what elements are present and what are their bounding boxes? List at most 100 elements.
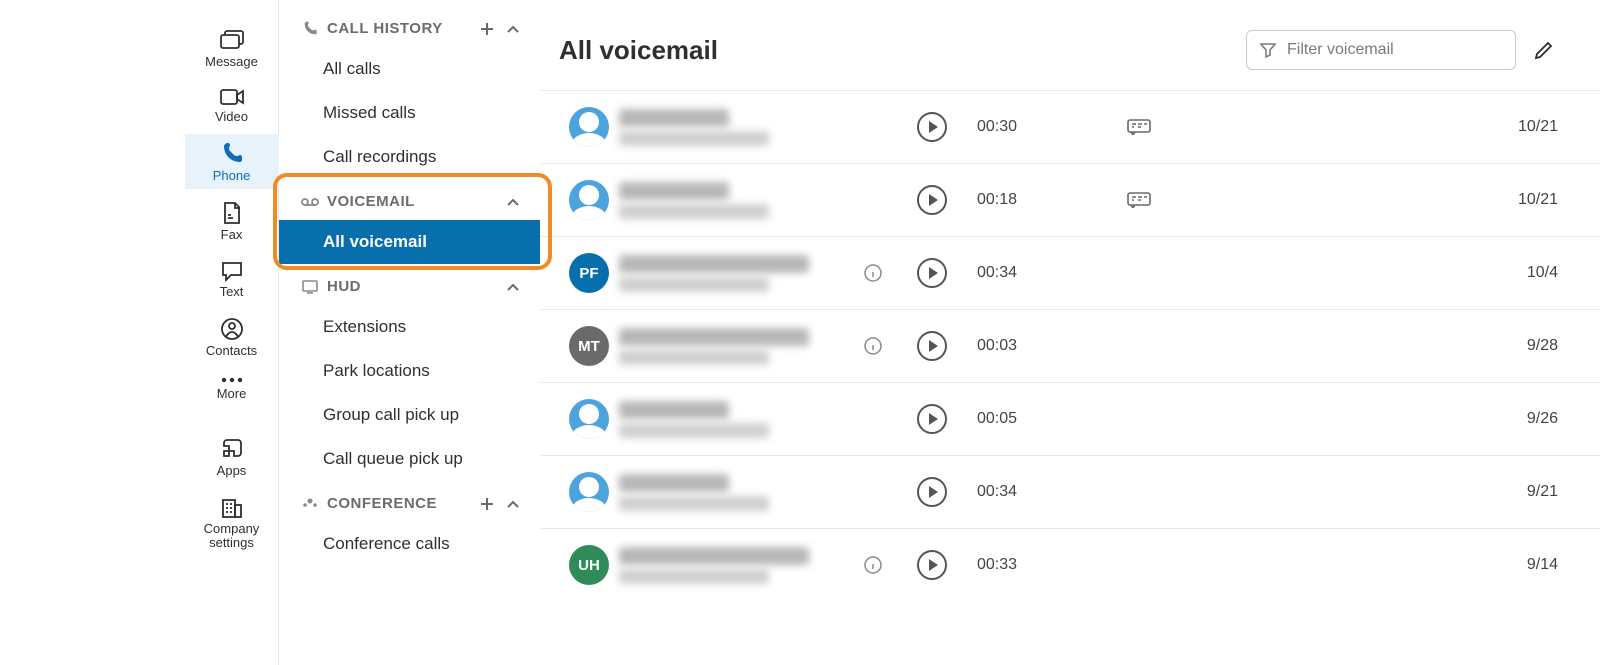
voicemail-row[interactable]: 00:34 9/21	[541, 455, 1600, 528]
play-button[interactable]	[917, 477, 947, 507]
section-title: CALL HISTORY	[327, 20, 443, 37]
nav-label: Apps	[217, 463, 247, 478]
voicemail-row[interactable]: UH00:339/14	[541, 528, 1600, 601]
subnav-item-group-call-pickup[interactable]: Group call pick up	[279, 393, 540, 437]
nav-contacts[interactable]: Contacts	[185, 309, 279, 364]
nav-fax[interactable]: Fax	[185, 193, 279, 248]
phone-icon	[301, 21, 319, 37]
avatar	[569, 399, 609, 439]
info-icon-slot[interactable]	[859, 556, 887, 574]
chevron-up-icon[interactable]	[504, 24, 522, 34]
transcript-icon-slot[interactable]	[1077, 192, 1257, 208]
nav-label: Contacts	[206, 343, 257, 358]
filter-voicemail-input[interactable]	[1287, 41, 1503, 59]
date: 9/26	[1267, 410, 1558, 428]
info-icon-slot[interactable]	[859, 264, 887, 282]
avatar	[569, 180, 609, 220]
subnav-item-call-recordings[interactable]: Call recordings	[279, 135, 540, 179]
main-content: All voicemail 00:3010/2100:1810/21PF00:3…	[541, 0, 1600, 665]
caller-info	[619, 401, 849, 438]
duration: 00:34	[977, 483, 1067, 501]
subnav-item-all-calls[interactable]: All calls	[279, 47, 540, 91]
nav-label: More	[217, 386, 247, 401]
info-icon	[864, 264, 882, 282]
subnav-item-park-locations[interactable]: Park locations	[279, 349, 540, 393]
duration: 00:03	[977, 337, 1067, 355]
play-button[interactable]	[917, 112, 947, 142]
caller-info	[619, 474, 849, 511]
nav-label: Company settings	[185, 522, 279, 551]
main-nav-rail: Message Video Phone Fax Text	[185, 0, 279, 665]
subnav-item-extensions[interactable]: Extensions	[279, 305, 540, 349]
section-title: CONFERENCE	[327, 495, 437, 512]
play-button[interactable]	[917, 258, 947, 288]
caller-info	[619, 328, 849, 365]
nav-text[interactable]: Text	[185, 252, 279, 305]
filter-voicemail-input-wrapper[interactable]	[1246, 30, 1516, 70]
chevron-up-icon[interactable]	[504, 282, 522, 292]
nav-message[interactable]: Message	[185, 22, 279, 75]
caller-info	[619, 109, 849, 146]
more-icon	[220, 376, 244, 384]
date: 10/21	[1267, 118, 1558, 136]
nav-apps[interactable]: Apps	[185, 429, 279, 484]
voicemail-row[interactable]: 00:3010/21	[541, 90, 1600, 163]
plus-icon[interactable]	[478, 497, 496, 511]
voicemail-row[interactable]: 00:05 9/26	[541, 382, 1600, 455]
duration: 00:18	[977, 191, 1067, 209]
nav-company-settings[interactable]: Company settings	[185, 488, 279, 557]
avatar	[569, 107, 609, 147]
avatar: MT	[569, 326, 609, 366]
section-title: VOICEMAIL	[327, 193, 415, 210]
chevron-up-icon[interactable]	[504, 499, 522, 509]
voicemail-list: 00:3010/2100:1810/21PF00:3410/4MT00:039/…	[541, 90, 1600, 665]
date: 9/21	[1267, 483, 1558, 501]
transcript-icon	[1127, 119, 1151, 135]
play-button[interactable]	[917, 404, 947, 434]
voicemail-row[interactable]: MT 00:03 9/28	[541, 309, 1600, 382]
duration: 00:33	[977, 556, 1067, 574]
transcript-icon-slot[interactable]	[1077, 119, 1257, 135]
nav-more[interactable]: More	[185, 368, 279, 407]
edit-button[interactable]	[1530, 36, 1558, 64]
caller-info	[619, 255, 849, 292]
company-icon	[220, 496, 244, 520]
date: 10/4	[1267, 264, 1558, 282]
section-header-conference[interactable]: CONFERENCE	[279, 481, 540, 522]
avatar: PF	[569, 253, 609, 293]
voicemail-row[interactable]: PF00:3410/4	[541, 236, 1600, 309]
section-title: HUD	[327, 278, 361, 295]
contacts-icon	[220, 317, 244, 341]
date: 9/14	[1267, 556, 1558, 574]
nav-video[interactable]: Video	[185, 79, 279, 130]
date: 9/28	[1267, 337, 1558, 355]
subnav-item-conference-calls[interactable]: Conference calls	[279, 522, 540, 566]
section-header-voicemail[interactable]: VOICEMAIL	[279, 179, 540, 220]
message-icon	[219, 30, 245, 52]
duration: 00:05	[977, 410, 1067, 428]
subnav-item-all-voicemail[interactable]: All voicemail	[279, 220, 540, 264]
section-header-call-history[interactable]: CALL HISTORY	[279, 6, 540, 47]
text-icon	[220, 260, 244, 282]
section-header-hud[interactable]: HUD	[279, 264, 540, 305]
plus-icon[interactable]	[478, 22, 496, 36]
nav-phone[interactable]: Phone	[185, 134, 279, 189]
avatar	[569, 472, 609, 512]
nav-label: Fax	[221, 227, 243, 242]
chevron-up-icon[interactable]	[504, 197, 522, 207]
info-icon-slot[interactable]	[859, 337, 887, 355]
nav-label: Phone	[213, 168, 251, 183]
play-button[interactable]	[917, 550, 947, 580]
subnav-item-missed-calls[interactable]: Missed calls	[279, 91, 540, 135]
subnav-item-call-queue-pickup[interactable]: Call queue pick up	[279, 437, 540, 481]
conference-icon	[301, 497, 319, 511]
play-button[interactable]	[917, 331, 947, 361]
filter-icon	[1259, 41, 1277, 59]
voicemail-row[interactable]: 00:1810/21	[541, 163, 1600, 236]
page-title: All voicemail	[559, 35, 1232, 66]
video-icon	[219, 87, 245, 107]
nav-label: Text	[220, 284, 244, 299]
play-button[interactable]	[917, 185, 947, 215]
pencil-icon	[1533, 39, 1555, 61]
hud-icon	[301, 280, 319, 294]
